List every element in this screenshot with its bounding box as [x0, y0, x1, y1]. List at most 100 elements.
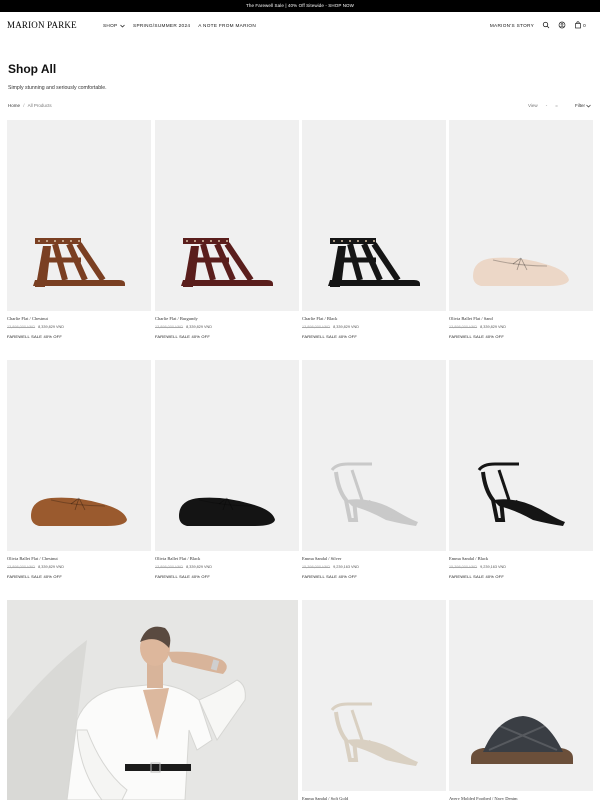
marions-story-link[interactable]: MARION'S STORY	[490, 23, 534, 28]
chevron-down-icon	[586, 104, 592, 108]
product-name[interactable]: Olivia Ballet Flat / Black	[155, 556, 200, 561]
product-card[interactable]: Olivia Ballet Flat / Chestnut 13,898,000 …	[7, 360, 151, 590]
product-name[interactable]: Charlie Flat / Chestnut	[7, 316, 48, 321]
sale-price: 8,339,829 VND	[333, 325, 360, 329]
product-prices: 13,898,000 VND 8,339,829 VND	[7, 565, 64, 569]
breadcrumb-current: All Products	[27, 103, 52, 108]
strappy-sandal-illustration	[33, 238, 125, 287]
product-image[interactable]	[449, 600, 593, 791]
breadcrumb-separator: /	[23, 103, 25, 108]
sale-price: 8,339,829 VND	[480, 325, 507, 329]
cart-count: 0	[583, 22, 586, 28]
original-price: 13,898,000 VND	[155, 565, 184, 569]
strappy-sandal-illustration	[328, 238, 420, 287]
original-price: 13,898,000 VND	[7, 565, 36, 569]
product-prices: 15,398,000 VND 9,239,163 VND	[302, 565, 359, 569]
sale-badge: FAREWELL SALE 40% OFF	[449, 334, 504, 339]
ballet-flat-illustration	[179, 497, 275, 526]
product-card[interactable]: Charlie Flat / Burgundy 13,898,000 VND 8,3…	[155, 120, 299, 350]
product-image[interactable]	[302, 360, 446, 551]
product-prices: 15,398,000 VND 9,239,163 VND	[449, 565, 506, 569]
product-card[interactable]: Emma Sandal / Silver 15,398,000 VND 9,239,…	[302, 360, 446, 590]
search-icon[interactable]	[542, 21, 550, 29]
sale-price: 8,339,829 VND	[38, 565, 65, 569]
product-prices: 13,898,000 VND 8,339,829 VND	[155, 325, 212, 329]
original-price: 13,898,000 VND	[155, 325, 184, 329]
product-image[interactable]	[7, 120, 151, 311]
product-prices: 13,898,000 VND 8,339,829 VND	[7, 325, 64, 329]
product-image[interactable]	[155, 120, 299, 311]
product-name[interactable]: Emma Sandal / Soft Gold	[302, 796, 348, 800]
chevron-down-icon	[120, 24, 125, 28]
strappy-sandal-illustration	[181, 238, 273, 287]
heel-sandal-illustration	[330, 462, 418, 526]
product-card[interactable]: Olivia Ballet Flat / Sand 13,898,000 VND 8…	[449, 120, 593, 350]
product-name[interactable]: Charlie Flat / Burgundy	[155, 316, 198, 321]
sale-badge: FAREWELL SALE 40% OFF	[7, 334, 62, 339]
product-prices: 13,898,000 VND 8,339,829 VND	[155, 565, 212, 569]
product-image[interactable]	[302, 600, 446, 791]
product-prices: 13,898,000 VND 8,339,829 VND	[449, 325, 506, 329]
sale-badge: FAREWELL SALE 40% OFF	[302, 334, 357, 339]
sale-badge: FAREWELL SALE 40% OFF	[155, 334, 210, 339]
lifestyle-banner[interactable]	[7, 600, 298, 800]
model-photo-illustration	[7, 600, 298, 800]
product-name[interactable]: Olivia Ballet Flat / Sand	[449, 316, 493, 321]
cart-button[interactable]: 0	[574, 21, 586, 29]
original-price: 13,898,000 VND	[7, 325, 36, 329]
announcement-text[interactable]: The Farewell Sale | 40% Off Sitewide - S…	[246, 3, 354, 8]
breadcrumb-home[interactable]: Home	[8, 103, 20, 108]
nav-item-shop[interactable]: SHOP	[103, 23, 125, 28]
page-title: Shop All	[8, 62, 57, 76]
product-name[interactable]: Olivia Ballet Flat / Chestnut	[7, 556, 58, 561]
sale-price: 8,339,829 VND	[186, 325, 213, 329]
filter-label: Filter	[575, 103, 585, 108]
product-card[interactable]: Charlie Flat / Chestnut 13,898,000 VND 8,3…	[7, 120, 151, 350]
sale-price: 9,239,163 VND	[480, 565, 507, 569]
product-name[interactable]: Avery Molded Footbed / Navy Denim	[449, 796, 518, 800]
product-image[interactable]	[155, 360, 299, 551]
ballet-flat-illustration	[473, 257, 569, 286]
lifestyle-image	[7, 600, 298, 800]
sale-badge: FAREWELL SALE 40% OFF	[302, 574, 357, 579]
ballet-flat-illustration	[31, 497, 127, 526]
heel-sandal-illustration	[477, 462, 565, 526]
original-price: 13,898,000 VND	[302, 325, 331, 329]
shopping-bag-icon	[575, 21, 581, 29]
brand-logo[interactable]: MARION PARKE	[7, 20, 77, 30]
product-card[interactable]: Avery Molded Footbed / Navy Denim	[449, 600, 593, 800]
nav-item-note-from-marion[interactable]: A NOTE FROM MARION	[198, 23, 256, 28]
sale-badge: FAREWELL SALE 40% OFF	[449, 574, 504, 579]
sale-price: 8,339,829 VND	[186, 565, 213, 569]
filter-button[interactable]: Filter	[575, 103, 592, 108]
product-name[interactable]: Charlie Flat / Black	[302, 316, 337, 321]
product-name[interactable]: Emma Sandal / Black	[449, 556, 488, 561]
slide-illustration	[471, 716, 573, 764]
view-toggle: View - =	[528, 103, 558, 108]
original-price: 15,398,000 VND	[449, 565, 478, 569]
sale-price: 8,339,829 VND	[38, 325, 65, 329]
product-card[interactable]: Emma Sandal / Soft Gold	[302, 600, 446, 800]
page-subtitle: Simply stunning and seriously comfortabl…	[8, 85, 107, 91]
product-card[interactable]: Olivia Ballet Flat / Black 13,898,000 VND…	[155, 360, 299, 590]
product-image[interactable]	[449, 360, 593, 551]
sale-badge: FAREWELL SALE 40% OFF	[7, 574, 62, 579]
account-icon[interactable]	[558, 21, 566, 29]
product-image[interactable]	[7, 360, 151, 551]
nav-item-spring-summer[interactable]: SPRING/SUMMER 2024	[133, 23, 190, 28]
site-header: MARION PARKE SHOP SPRING/SUMMER 2024 A N…	[0, 12, 600, 40]
nav-shop-label: SHOP	[103, 23, 118, 28]
header-actions: MARION'S STORY 0	[490, 21, 586, 29]
main-nav: SHOP SPRING/SUMMER 2024 A NOTE FROM MARI…	[103, 23, 256, 28]
breadcrumb: Home / All Products	[8, 103, 52, 108]
product-image[interactable]	[449, 120, 593, 311]
product-name[interactable]: Emma Sandal / Silver	[302, 556, 341, 561]
product-prices: 13,898,000 VND 8,339,829 VND	[302, 325, 359, 329]
product-card[interactable]: Charlie Flat / Black 13,898,000 VND 8,339,…	[302, 120, 446, 350]
view-option-single[interactable]: -	[546, 103, 548, 108]
product-image[interactable]	[302, 120, 446, 311]
heel-sandal-illustration	[330, 702, 418, 766]
announcement-bar[interactable]: The Farewell Sale | 40% Off Sitewide - S…	[0, 0, 600, 12]
product-card[interactable]: Emma Sandal / Black 15,398,000 VND 9,239,1…	[449, 360, 593, 590]
view-option-grid[interactable]: =	[555, 103, 558, 108]
